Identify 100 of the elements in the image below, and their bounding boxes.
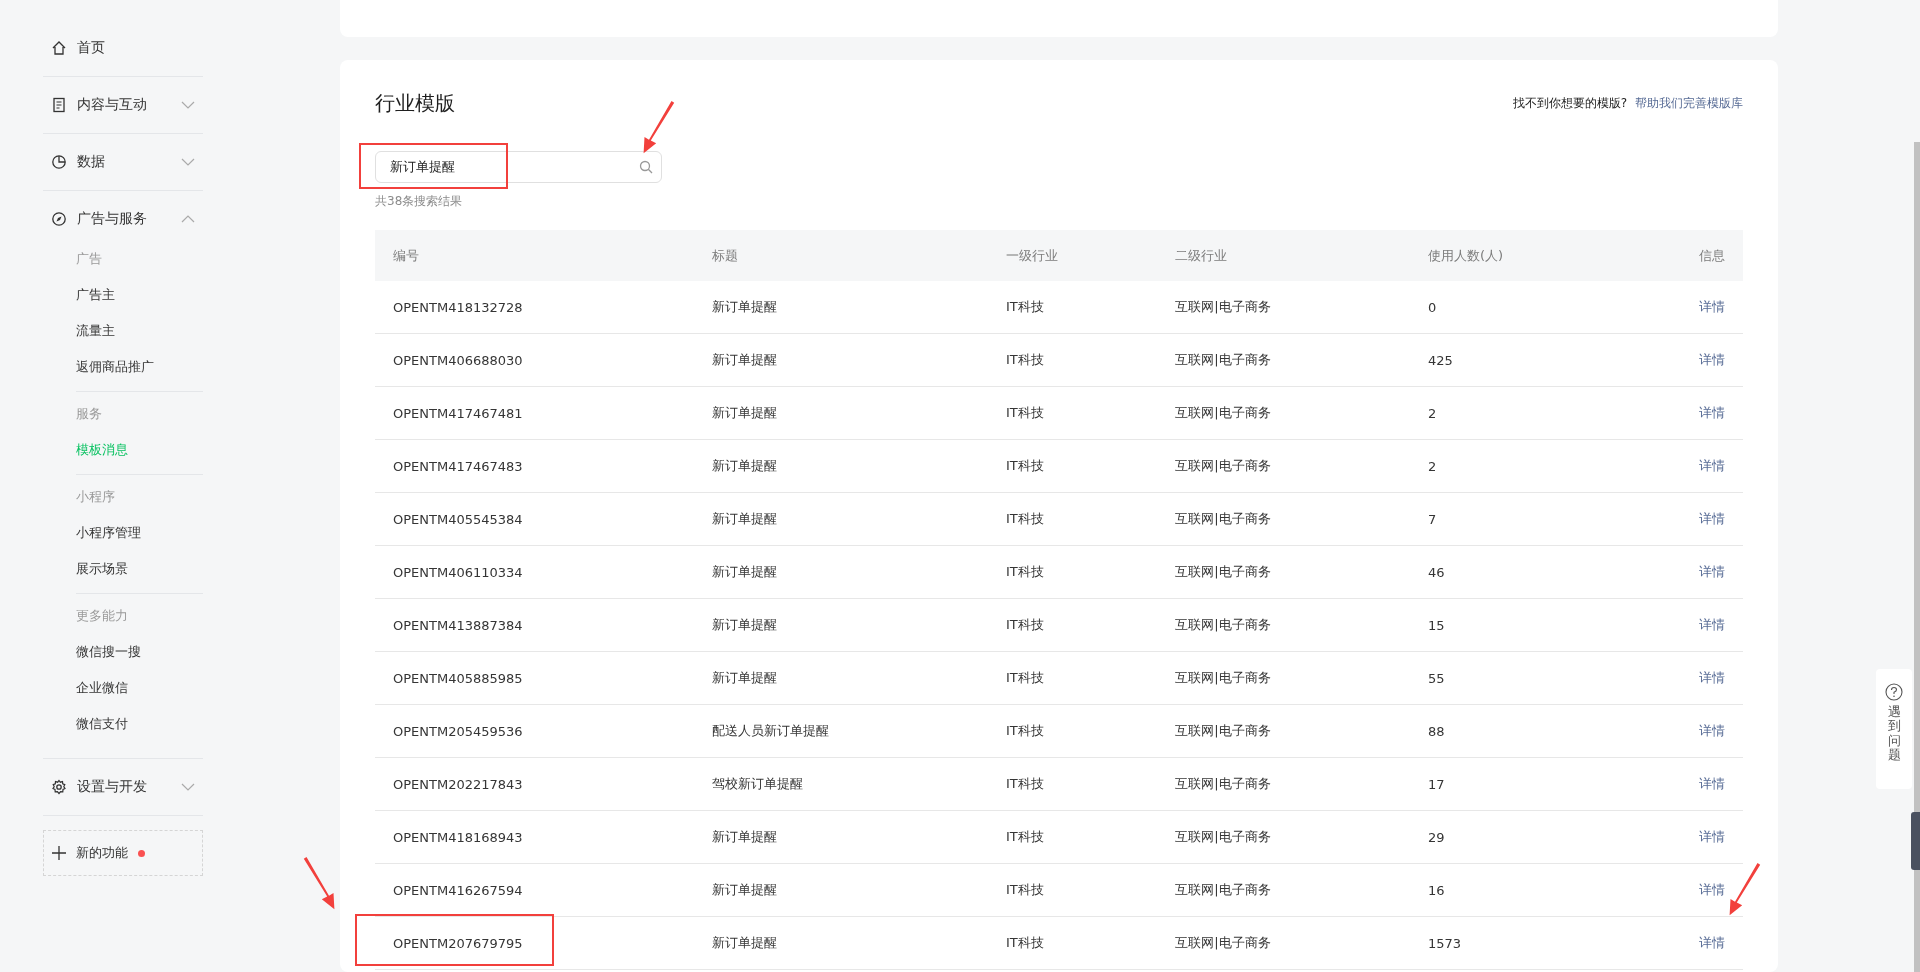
details-link[interactable]: 详情 <box>1699 935 1725 950</box>
plus-icon <box>52 846 66 860</box>
sidebar-item[interactable]: 企业微信 <box>76 670 203 706</box>
chevron-down-icon <box>181 100 195 110</box>
table-cell: 互联网|电子商务 <box>1175 352 1271 367</box>
table-cell: IT科技 <box>1005 405 1044 420</box>
table-cell: IT科技 <box>1005 511 1044 526</box>
home-icon <box>51 40 67 56</box>
column-header: 信息 <box>1623 230 1743 281</box>
table-cell: OPENTM413887384 <box>393 617 523 633</box>
column-header: 使用人数(人) <box>1409 230 1624 281</box>
table-cell: OPENTM416267594 <box>393 882 523 898</box>
result-count: 共38条搜索结果 <box>375 193 464 210</box>
table-cell: 互联网|电子商务 <box>1175 935 1271 950</box>
table-cell: OPENTM417467483 <box>393 458 523 474</box>
table-cell: 55 <box>1427 670 1445 686</box>
details-link[interactable]: 详情 <box>1699 458 1725 473</box>
table-cell: IT科技 <box>1005 882 1044 897</box>
document-icon <box>51 97 67 113</box>
table-cell: 互联网|电子商务 <box>1175 776 1271 791</box>
table-cell: 2 <box>1427 458 1437 474</box>
sidebar-item[interactable]: 流量主 <box>76 313 203 349</box>
table-cell: 88 <box>1427 723 1445 739</box>
sidebar-item[interactable]: 微信支付 <box>76 706 203 742</box>
sidebar-item[interactable]: 广告主 <box>76 277 203 313</box>
sidebar-group-heading: 广告 <box>76 250 103 268</box>
table-cell: IT科技 <box>1005 617 1044 632</box>
table-cell: OPENTM418132728 <box>393 299 523 315</box>
search-field[interactable]: 新订单提醒 <box>375 151 662 183</box>
sidebar-item[interactable]: 设置与开发 <box>43 769 203 805</box>
column-header: 二级行业 <box>1157 230 1410 281</box>
details-link[interactable]: 详情 <box>1699 617 1725 632</box>
panel-title: 行业模版 <box>375 90 455 117</box>
sidebar-item[interactable]: 返佣商品推广 <box>76 349 203 385</box>
help-link[interactable]: 帮助我们完善模版库 <box>1635 95 1743 112</box>
sidebar-group-heading: 服务 <box>76 405 103 423</box>
help-widget-label: 遇到问题 <box>1887 705 1901 763</box>
table-cell: OPENTM406688030 <box>393 352 523 368</box>
question-icon <box>1885 683 1903 701</box>
details-link[interactable]: 详情 <box>1699 564 1725 579</box>
table-cell: OPENTM405545384 <box>393 511 523 527</box>
table-cell: IT科技 <box>1005 723 1044 738</box>
table-cell: 新订单提醒 <box>711 617 777 632</box>
table-cell: OPENTM207679795 <box>393 935 523 951</box>
table-cell: 新订单提醒 <box>711 405 777 420</box>
table-cell: OPENTM205459536 <box>393 723 523 739</box>
new-feature-label: 新的功能 <box>76 844 128 862</box>
table-cell: 互联网|电子商务 <box>1175 617 1271 632</box>
table-cell: 新订单提醒 <box>711 670 777 685</box>
sidebar-group-heading: 小程序 <box>76 488 116 506</box>
chevron-down-icon <box>181 782 195 792</box>
sidebar-item[interactable]: 微信搜一搜 <box>76 634 203 670</box>
table-cell: 46 <box>1427 564 1445 580</box>
pie-chart-icon <box>51 154 67 170</box>
table-cell: IT科技 <box>1005 564 1044 579</box>
details-link[interactable]: 详情 <box>1699 511 1725 526</box>
table-cell: 互联网|电子商务 <box>1175 723 1271 738</box>
table-cell: 新订单提醒 <box>711 829 777 844</box>
table-cell: 17 <box>1427 776 1445 792</box>
column-header: 标题 <box>693 230 988 281</box>
table-cell: 互联网|电子商务 <box>1175 670 1271 685</box>
sidebar-item[interactable]: 展示场景 <box>76 551 203 587</box>
details-link[interactable]: 详情 <box>1699 405 1725 420</box>
details-link[interactable]: 详情 <box>1699 723 1725 738</box>
search-icon[interactable] <box>639 160 653 174</box>
details-link[interactable]: 详情 <box>1699 352 1725 367</box>
table-cell: IT科技 <box>1005 670 1044 685</box>
table-cell: 2 <box>1427 405 1437 421</box>
table-cell: 新订单提醒 <box>711 564 777 579</box>
help-text: 找不到你想要的模版? <box>1512 95 1627 112</box>
table-cell: OPENTM202217843 <box>393 776 523 792</box>
table-cell: 7 <box>1427 511 1437 527</box>
table-cell: IT科技 <box>1005 829 1044 844</box>
table-cell: 互联网|电子商务 <box>1175 299 1271 314</box>
table-cell: IT科技 <box>1005 352 1044 367</box>
sidebar-item[interactable]: 数据 <box>43 144 203 180</box>
details-link[interactable]: 详情 <box>1699 829 1725 844</box>
details-link[interactable]: 详情 <box>1699 299 1725 314</box>
table-cell: 驾校新订单提醒 <box>711 776 803 791</box>
sidebar-item[interactable]: 小程序管理 <box>76 515 203 551</box>
scrollbar-thumb[interactable] <box>1914 142 1920 972</box>
table-cell: 新订单提醒 <box>711 935 777 950</box>
details-link[interactable]: 详情 <box>1699 776 1725 791</box>
sidebar-item[interactable]: 内容与互动 <box>43 87 203 123</box>
table-cell: 新订单提醒 <box>711 352 777 367</box>
table-cell: 新订单提醒 <box>711 511 777 526</box>
sidebar-item[interactable]: 首页 <box>43 30 203 66</box>
table-cell: 29 <box>1427 829 1445 845</box>
table-cell: OPENTM406110334 <box>393 564 523 580</box>
table-cell: 互联网|电子商务 <box>1175 458 1271 473</box>
table-cell: 0 <box>1427 299 1437 315</box>
table-cell: 互联网|电子商务 <box>1175 564 1271 579</box>
sidebar-item[interactable]: 广告与服务 <box>43 201 203 237</box>
help-widget[interactable]: 遇到问题 <box>1876 669 1912 789</box>
details-link[interactable]: 详情 <box>1699 882 1725 897</box>
new-feature-button[interactable]: 新的功能 <box>43 830 203 876</box>
details-link[interactable]: 详情 <box>1699 670 1725 685</box>
table-cell: 15 <box>1427 617 1445 633</box>
table-cell: OPENTM405885985 <box>393 670 523 686</box>
table-cell: 425 <box>1427 352 1453 368</box>
